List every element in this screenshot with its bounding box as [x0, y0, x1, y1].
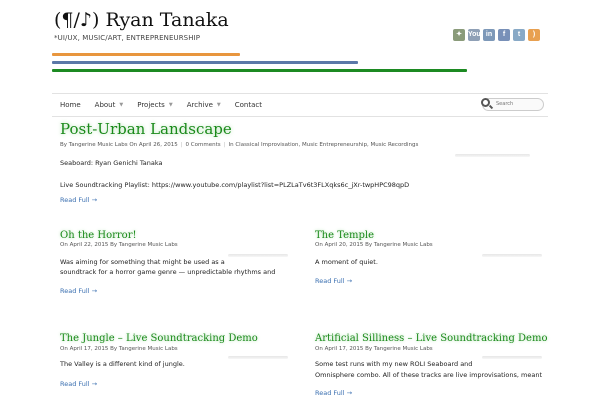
meta-date: On April 26, 2015	[129, 142, 178, 148]
featured-post-meta: By Tangerine Music Labs On April 26, 201…	[60, 142, 418, 148]
meta-categories[interactable]: In Classical Improvisation, Music Entrep…	[228, 142, 418, 148]
meta-comments-link[interactable]: 0 Comments	[186, 142, 221, 148]
chevron-down-icon: ▼	[216, 102, 221, 108]
featured-post-line-1: Seaboard: Ryan Genichi Tanaka	[60, 159, 163, 167]
orange-accent-bar	[52, 53, 240, 56]
post-excerpt-line-1: The Valley is a different kind of jungle…	[60, 360, 185, 368]
linkedin-icon[interactable]: in	[483, 29, 495, 41]
chevron-down-icon: ▼	[168, 102, 173, 108]
post-divider	[482, 254, 542, 257]
post-meta: On April 17, 2015 By Tangerine Music Lab…	[60, 346, 178, 352]
site-tagline: *UI/UX, MUSIC/ART, ENTREPRENEURSHIP	[54, 34, 201, 42]
twitter-icon[interactable]: t	[513, 29, 525, 41]
meta-separator: |	[180, 142, 183, 148]
search-box[interactable]	[481, 98, 544, 111]
post-excerpt-line-1: Some test runs with my new ROLI Seaboard…	[315, 360, 473, 368]
nav-item-label: About	[94, 101, 116, 109]
meta-by: By	[60, 142, 68, 148]
post-meta: On April 20, 2015 By Tangerine Music Lab…	[315, 242, 433, 248]
youtube-icon[interactable]: You	[468, 29, 481, 41]
nav-item-label: Contact	[234, 101, 262, 109]
post-divider	[228, 254, 288, 257]
post-read-more-link[interactable]: Read Full →	[315, 389, 352, 397]
search-icon[interactable]	[481, 98, 490, 107]
post-excerpt-line-2: soundtrack for a horror game genre — unp…	[60, 268, 276, 276]
green-accent-bar	[52, 69, 467, 72]
post-read-more-link[interactable]: Read Full →	[315, 277, 352, 285]
post-divider	[228, 356, 288, 359]
main-nav: Home About ▼ Projects ▼ Archive ▼ Contact	[52, 93, 548, 117]
nav-item-contact[interactable]: Contact	[235, 101, 262, 109]
site-title[interactable]: (¶/♪) Ryan Tanaka	[54, 9, 229, 31]
post-excerpt-line-2: Omnisphere combo. All of these tracks ar…	[315, 371, 543, 379]
rss-icon[interactable]: )	[528, 29, 540, 41]
search-input[interactable]	[496, 100, 540, 108]
nav-item-projects[interactable]: Projects ▼	[137, 101, 172, 109]
nav-item-label: Home	[60, 101, 81, 109]
facebook-icon[interactable]: f	[498, 29, 510, 41]
post-read-more-link[interactable]: Read Full →	[60, 380, 97, 388]
post-excerpt-line-1: Was aiming for something that might be u…	[60, 258, 225, 266]
meta-author-link[interactable]: Tangerine Music Labs	[69, 142, 128, 148]
featured-divider	[455, 154, 530, 157]
post-meta: On April 22, 2015 By Tangerine Music Lab…	[60, 242, 178, 248]
post-title[interactable]: Oh the Horror!	[60, 230, 137, 241]
chevron-down-icon: ▼	[119, 102, 124, 108]
featured-post-title[interactable]: Post-Urban Landscape	[60, 120, 232, 138]
featured-read-more-link[interactable]: Read Full →	[60, 196, 97, 204]
nav-item-label: Archive	[186, 101, 213, 109]
post-title[interactable]: The Temple	[315, 230, 374, 241]
post-excerpt-line-1: A moment of quiet.	[315, 258, 378, 266]
nav-items: Home About ▼ Projects ▼ Archive ▼ Contact	[60, 94, 276, 116]
rss-feed-icon[interactable]: ✦	[453, 29, 465, 41]
nav-item-about[interactable]: About ▼	[95, 101, 124, 109]
post-title[interactable]: Artificial Silliness – Live Soundtrackin…	[315, 333, 547, 344]
featured-post-line-2[interactable]: Live Soundtracking Playlist: https://www…	[60, 181, 409, 189]
post-title[interactable]: The Jungle – Live Soundtracking Demo	[60, 333, 258, 344]
post-meta: On April 17, 2015 By Tangerine Music Lab…	[315, 346, 433, 352]
nav-item-label: Projects	[137, 101, 165, 109]
meta-separator: |	[223, 142, 226, 148]
post-read-more-link[interactable]: Read Full →	[60, 287, 97, 295]
blue-accent-bar	[52, 61, 358, 64]
post-divider	[482, 356, 542, 359]
nav-item-home[interactable]: Home	[60, 101, 81, 109]
social-icons: ✦ You in f t)	[453, 29, 540, 41]
nav-item-archive[interactable]: Archive ▼	[187, 101, 221, 109]
